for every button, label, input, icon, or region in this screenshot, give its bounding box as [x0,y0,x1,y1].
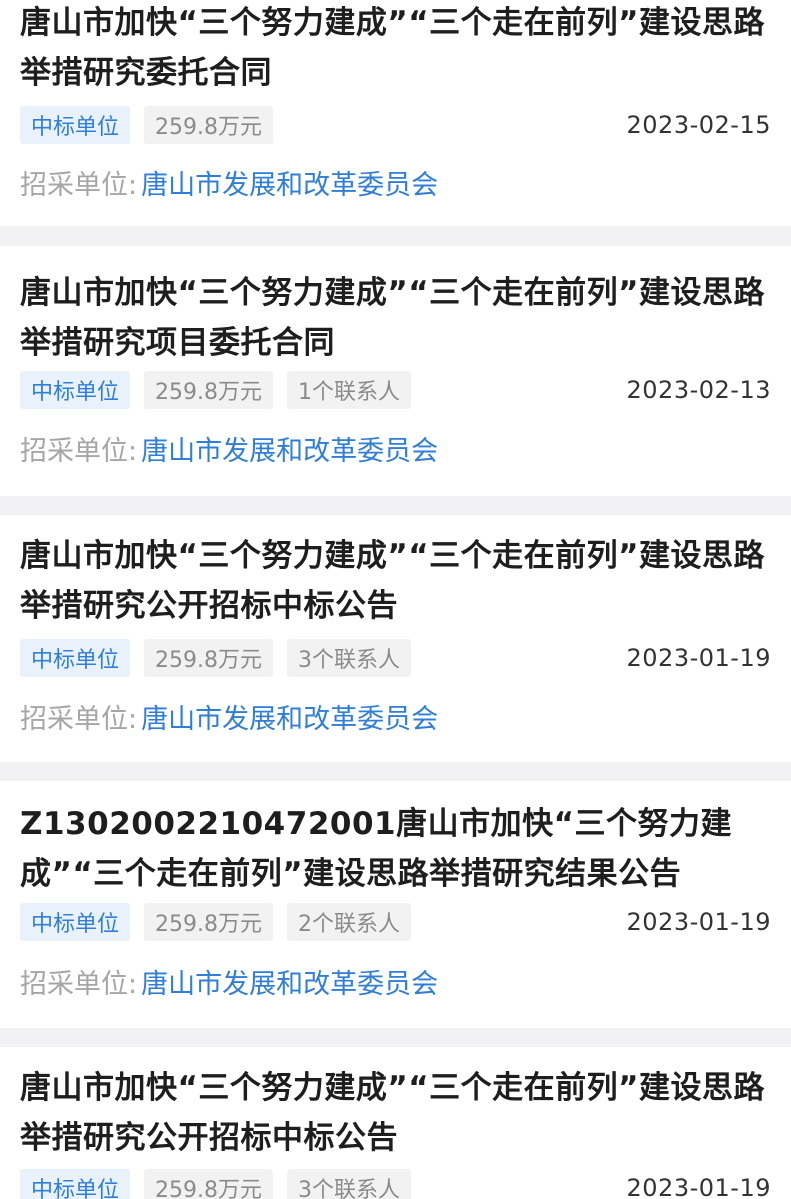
list-item[interactable]: 唐山市加快“三个努力建成”“三个走在前列”建设思路举措研究公开招标中标公告 中标… [0,1047,791,1199]
tag-row: 中标单位 259.8万元 1个联系人 2023-02-13 [20,371,771,409]
list-item[interactable]: Z1302002210472001唐山市加快“三个努力建成”“三个走在前列”建设… [0,781,791,1028]
list-item[interactable]: 唐山市加快“三个努力建成”“三个走在前列”建设思路举措研究项目委托合同 中标单位… [0,246,791,496]
tag-row: 中标单位 259.8万元 3个联系人 2023-01-19 [20,639,771,677]
buyer-row: 招采单位: 唐山市发展和改革委员会 [20,696,771,736]
publish-date: 2023-01-19 [626,908,771,936]
amount-tag: 259.8万元 [144,1169,273,1199]
publish-date: 2023-02-13 [626,376,771,404]
contacts-tag[interactable]: 3个联系人 [287,1169,411,1199]
winning-unit-tag[interactable]: 中标单位 [20,106,131,144]
buyer-row: 招采单位: 唐山市发展和改革委员会 [20,961,771,1001]
winning-unit-tag[interactable]: 中标单位 [20,903,131,941]
tag-row: 中标单位 259.8万元 2个联系人 2023-01-19 [20,903,771,941]
buyer-link[interactable]: 唐山市发展和改革委员会 [141,697,438,736]
item-title[interactable]: 唐山市加快“三个努力建成”“三个走在前列”建设思路举措研究公开招标中标公告 [20,531,775,631]
contacts-tag[interactable]: 1个联系人 [287,371,411,409]
buyer-link[interactable]: 唐山市发展和改革委员会 [141,163,438,202]
winning-unit-tag[interactable]: 中标单位 [20,371,131,409]
winning-unit-tag[interactable]: 中标单位 [20,1169,131,1199]
buyer-label: 招采单位: [20,703,138,735]
item-title[interactable]: Z1302002210472001唐山市加快“三个努力建成”“三个走在前列”建设… [20,799,775,899]
buyer-label: 招采单位: [20,968,138,1000]
publish-date: 2023-02-15 [626,111,771,139]
bid-result-list: 唐山市加快“三个努力建成”“三个走在前列”建设思路举措研究委托合同 中标单位 2… [0,0,791,1199]
item-title[interactable]: 唐山市加快“三个努力建成”“三个走在前列”建设思路举措研究委托合同 [20,0,775,98]
contacts-tag[interactable]: 2个联系人 [287,903,411,941]
buyer-row: 招采单位: 唐山市发展和改革委员会 [20,428,771,468]
publish-date: 2023-01-19 [626,644,771,672]
amount-tag: 259.8万元 [144,903,273,941]
tag-row: 中标单位 259.8万元 3个联系人 2023-01-19 [20,1169,771,1199]
winning-unit-tag[interactable]: 中标单位 [20,639,131,677]
item-title[interactable]: 唐山市加快“三个努力建成”“三个走在前列”建设思路举措研究公开招标中标公告 [20,1063,775,1163]
tag-row: 中标单位 259.8万元 2023-02-15 [20,106,771,144]
amount-tag: 259.8万元 [144,639,273,677]
list-item[interactable]: 唐山市加快“三个努力建成”“三个走在前列”建设思路举措研究委托合同 中标单位 2… [0,0,791,226]
contacts-tag[interactable]: 3个联系人 [287,639,411,677]
amount-tag: 259.8万元 [144,371,273,409]
amount-tag: 259.8万元 [144,106,273,144]
list-item[interactable]: 唐山市加快“三个努力建成”“三个走在前列”建设思路举措研究公开招标中标公告 中标… [0,515,791,762]
buyer-row: 招采单位: 唐山市发展和改革委员会 [20,162,771,202]
buyer-label: 招采单位: [20,169,138,201]
buyer-link[interactable]: 唐山市发展和改革委员会 [141,962,438,1001]
publish-date: 2023-01-19 [626,1174,771,1199]
item-title[interactable]: 唐山市加快“三个努力建成”“三个走在前列”建设思路举措研究项目委托合同 [20,268,775,368]
buyer-link[interactable]: 唐山市发展和改革委员会 [141,429,438,468]
buyer-label: 招采单位: [20,435,138,467]
